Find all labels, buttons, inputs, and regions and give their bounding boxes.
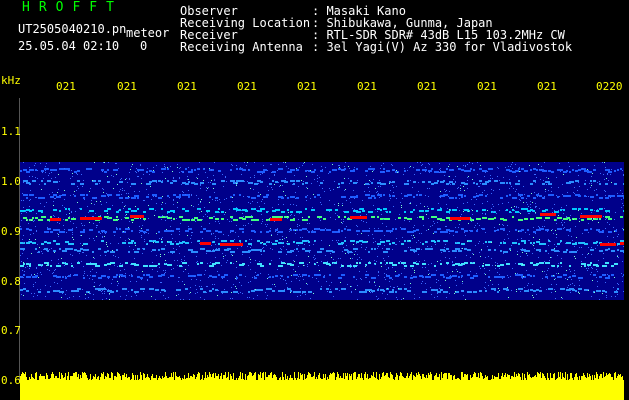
app-title: HROFFT [22, 0, 123, 15]
time-tick: 021 [357, 80, 377, 93]
antenna-label: Receiving Antenna [180, 40, 303, 54]
time-tick: 021 [477, 80, 497, 93]
spectrogram-canvas [20, 162, 624, 300]
y-label-1-1: 1.1 [1, 125, 21, 138]
y-label-0-7: 0.7 [1, 324, 21, 337]
time-tick: 021 [297, 80, 317, 93]
y-label-1-0: 1.0 [1, 175, 21, 188]
y-label-0-8: 0.8 [1, 275, 21, 288]
axis-unit: kHz [1, 74, 21, 87]
y-label-0-9: 0.9 [1, 225, 21, 238]
time-tick: 021 [417, 80, 437, 93]
hrofft-window: HROFFT UT2505040210.pn meteor 25.05.04 0… [0, 0, 629, 400]
time-tick: 021 [177, 80, 197, 93]
date-time: 25.05.04 02:10 [18, 39, 120, 53]
time-tick: 021 [537, 80, 557, 93]
y-label-0-6: 0.6 [1, 374, 21, 387]
time-tick: 0220 [596, 80, 623, 93]
signal-level-canvas [20, 372, 624, 400]
antenna-value: : 3el Yagi(V) Az 330 for Vladivostok [312, 40, 573, 54]
time-tick: 021 [56, 80, 76, 93]
spectrogram [20, 100, 624, 378]
signal-level-bar [20, 371, 624, 400]
meteor-label: meteor [126, 26, 170, 40]
time-tick: 021 [237, 80, 257, 93]
file-name: UT2505040210.pn [18, 22, 127, 36]
meteor-count: 0 [140, 39, 148, 53]
time-tick: 021 [117, 80, 137, 93]
